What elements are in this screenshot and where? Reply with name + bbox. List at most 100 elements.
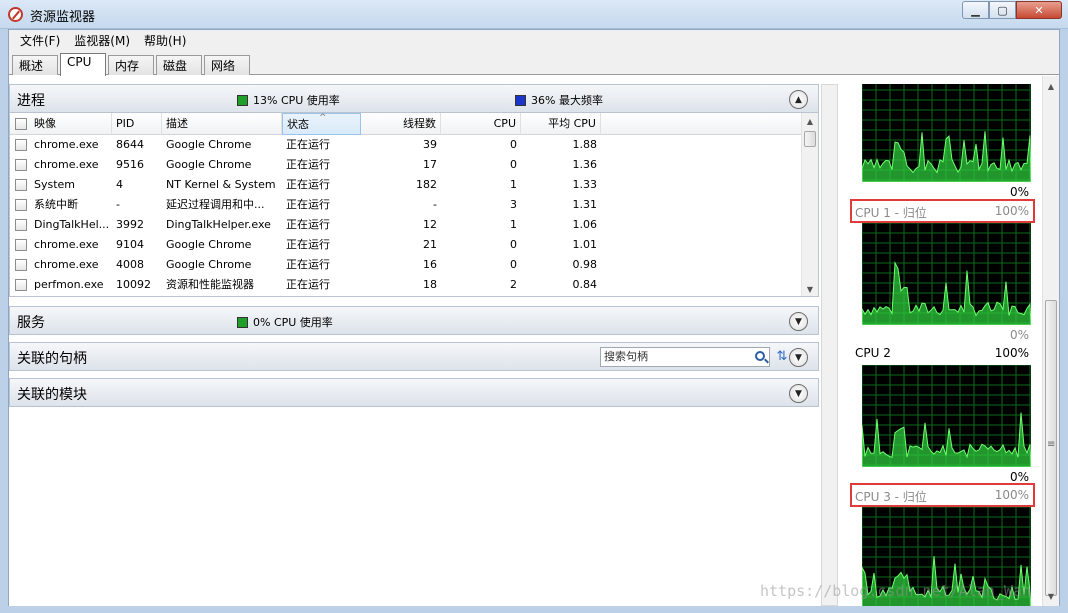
cell-status: 正在运行	[286, 158, 330, 171]
search-icon[interactable]	[755, 351, 765, 361]
resource-monitor-icon	[8, 7, 23, 22]
select-all-checkbox[interactable]	[15, 118, 27, 130]
scroll-up-icon[interactable]: ▲	[802, 113, 818, 129]
cell-status: 正在运行	[286, 138, 330, 151]
cell-average-cpu: 0.98	[572, 258, 598, 271]
services-expand-button[interactable]: ▼	[789, 312, 808, 331]
menu-bar: 文件(F) 监视器(M) 帮助(H)	[9, 30, 1059, 50]
handles-search-placeholder: 搜索句柄	[604, 350, 648, 363]
column-status-label: 状态	[287, 118, 309, 131]
modules-expand-button[interactable]: ▼	[789, 384, 808, 403]
chevron-down-icon: ▼	[795, 352, 802, 363]
table-row[interactable]: DingTalkHel... 3992 DingTalkHelper.exe 正在运行…	[10, 215, 803, 235]
cpu1-min-label: 0%	[1009, 328, 1029, 342]
minimize-button[interactable]: ▁	[962, 1, 989, 19]
tab-overview[interactable]: 概述	[12, 55, 58, 75]
column-image[interactable]: 映像	[30, 113, 112, 135]
cell-description: Google Chrome	[166, 138, 252, 151]
menu-help[interactable]: 帮助(H)	[137, 32, 193, 49]
row-checkbox[interactable]	[15, 219, 27, 231]
processes-max-frequency: 36% 最大频率	[515, 92, 603, 108]
tab-memory[interactable]: 内存	[108, 55, 154, 75]
close-button[interactable]: ✕	[1016, 1, 1062, 19]
cell-pid: 4008	[116, 258, 144, 271]
cell-threads: 16	[423, 258, 437, 271]
row-checkbox[interactable]	[15, 179, 27, 191]
table-row[interactable]: perfmon.exe 10092 资源和性能监视器 正在运行 18 2 0.84	[10, 275, 803, 295]
processes-cpu-usage-text: 13% CPU 使用率	[253, 94, 340, 107]
table-row[interactable]: System 4 NT Kernel & System 正在运行 182 1 1.33	[10, 175, 803, 195]
cell-status: 正在运行	[286, 278, 330, 291]
row-checkbox[interactable]	[15, 239, 27, 251]
cell-average-cpu: 1.06	[572, 218, 598, 231]
tab-network[interactable]: 网络	[204, 55, 250, 75]
column-average-cpu[interactable]: 平均 CPU	[521, 113, 601, 135]
row-checkbox[interactable]	[15, 139, 27, 151]
cpu1-graph	[862, 223, 1031, 325]
cell-image: System	[34, 178, 76, 191]
sort-ascending-icon: ^	[319, 113, 327, 123]
menu-monitor[interactable]: 监视器(M)	[67, 32, 137, 49]
column-description[interactable]: 描述	[162, 113, 282, 135]
cpu0-graph	[862, 84, 1031, 182]
cpu3-label: CPU 3 - 归位	[855, 490, 927, 504]
cell-threads: -	[433, 198, 437, 211]
chevron-down-icon: ▼	[795, 316, 802, 327]
tab-cpu[interactable]: CPU	[60, 53, 106, 76]
handles-search-input[interactable]: 搜索句柄	[600, 347, 770, 367]
cpu-usage-area	[862, 131, 1031, 182]
maximize-button[interactable]: ▢	[989, 1, 1016, 19]
processes-header[interactable]: 进程 13% CPU 使用率 36% 最大频率 ▲	[9, 84, 819, 113]
cpu-graphs-pane: 0% CPU 1 - 归位 100% 0% CPU 2 100% 0% CPU …	[821, 76, 1059, 606]
row-checkbox[interactable]	[15, 259, 27, 271]
cell-image: perfmon.exe	[34, 278, 104, 291]
services-header[interactable]: 服务 0% CPU 使用率 ▼	[9, 306, 819, 335]
cell-threads: 39	[423, 138, 437, 151]
processes-scrollbar[interactable]: ▲ ▼	[801, 113, 818, 296]
cell-average-cpu: 1.88	[572, 138, 598, 151]
processes-table: 映像 PID 描述 状态 ^ 线程数 CPU 平均 CPU chrome.exe…	[9, 113, 819, 297]
processes-scroll-thumb[interactable]	[804, 131, 816, 147]
graphs-scrollbar[interactable]: ▲ ▼	[1042, 76, 1059, 606]
cell-description: DingTalkHelper.exe	[166, 218, 271, 231]
column-threads[interactable]: 线程数	[361, 113, 441, 135]
graphs-scroll-down-icon[interactable]: ▼	[1043, 588, 1059, 604]
graphs-scroll-thumb[interactable]	[1045, 300, 1057, 596]
window-title: 资源监视器	[30, 10, 96, 25]
cell-cpu: 0	[510, 238, 517, 251]
refresh-icon[interactable]: ⇅	[774, 350, 790, 364]
table-row[interactable]: chrome.exe 8644 Google Chrome 正在运行 39 0 1.88	[10, 135, 803, 155]
modules-header[interactable]: 关联的模块 ▼	[9, 378, 819, 407]
graphs-splitter[interactable]	[821, 84, 838, 606]
graphs-scroll-up-icon[interactable]: ▲	[1043, 78, 1059, 94]
menu-file[interactable]: 文件(F)	[13, 32, 67, 49]
cpu3-max-label: 100%	[994, 488, 1029, 502]
handles-expand-button[interactable]: ▼	[789, 348, 808, 367]
cell-average-cpu: 1.01	[572, 238, 598, 251]
window-controls: ▁ ▢ ✕	[962, 1, 1062, 19]
row-checkbox[interactable]	[15, 159, 27, 171]
column-pid[interactable]: PID	[112, 113, 162, 135]
cpu2-graph	[862, 365, 1031, 467]
services-title: 服务	[17, 315, 45, 331]
cpu2-max-label: 100%	[994, 346, 1029, 360]
column-status[interactable]: 状态 ^	[282, 113, 361, 135]
scroll-down-icon[interactable]: ▼	[802, 281, 818, 296]
processes-collapse-button[interactable]: ▲	[789, 90, 808, 109]
table-row[interactable]: chrome.exe 9516 Google Chrome 正在运行 17 0 1.36	[10, 155, 803, 175]
cpu2-label: CPU 2	[855, 346, 891, 360]
row-checkbox[interactable]	[15, 279, 27, 291]
table-row[interactable]: chrome.exe 9104 Google Chrome 正在运行 21 0 1.01	[10, 235, 803, 255]
cell-cpu: 1	[510, 178, 517, 191]
services-cpu-usage: 0% CPU 使用率	[237, 314, 333, 330]
table-row[interactable]: chrome.exe 4008 Google Chrome 正在运行 16 0 0.98	[10, 255, 803, 275]
processes-table-header: 映像 PID 描述 状态 ^ 线程数 CPU 平均 CPU	[10, 113, 803, 135]
table-row[interactable]: 系统中断 - 延迟过程调用和中... 正在运行 - 3 1.31	[10, 195, 803, 215]
row-checkbox[interactable]	[15, 199, 27, 211]
cell-threads: 12	[423, 218, 437, 231]
column-cpu[interactable]: CPU	[441, 113, 521, 135]
close-icon: ✕	[1034, 3, 1044, 17]
tab-disk[interactable]: 磁盘	[156, 55, 202, 75]
handles-header[interactable]: 关联的句柄 搜索句柄 ⇅ ▼	[9, 342, 819, 371]
cell-cpu: 1	[510, 218, 517, 231]
